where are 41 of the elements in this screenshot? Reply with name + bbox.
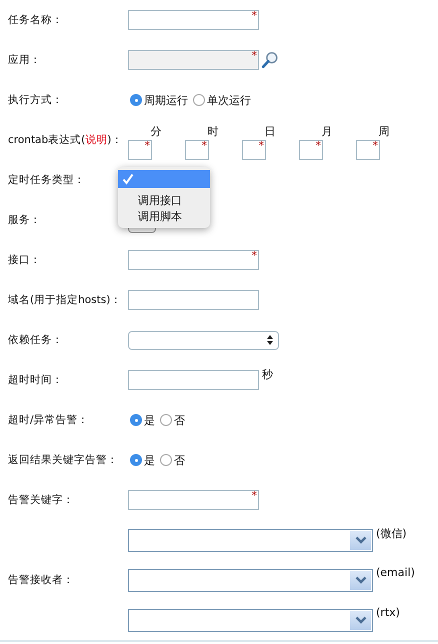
field-label: 告警接收者： xyxy=(8,574,74,586)
column-heading: 时 xyxy=(206,124,220,139)
field-label: crontab表达式(说明)： xyxy=(8,134,122,146)
field-label: 应用： xyxy=(8,54,41,66)
field-label: 服务： xyxy=(8,214,41,226)
radio-label: 是 xyxy=(144,412,155,428)
field-label: 依赖任务： xyxy=(8,334,63,346)
column-heading: 周 xyxy=(378,124,390,139)
unit-label: 秒 xyxy=(262,367,273,382)
radio-label: 是 xyxy=(144,452,155,468)
required-mark: * xyxy=(316,140,321,151)
field-label: 接口： xyxy=(8,254,41,266)
column-heading: 分 xyxy=(150,124,162,139)
field-label: 返回结果关键字告警： xyxy=(8,454,118,466)
field-label: 域名(用于指定hosts)： xyxy=(8,294,122,306)
field-label: 定时任务类型： xyxy=(8,174,85,186)
field-label: 超时时间： xyxy=(8,374,63,386)
field-label: 执行方式： xyxy=(8,94,63,106)
column-heading: 月 xyxy=(320,124,334,139)
field-label: 告警关键字： xyxy=(8,494,74,506)
menu-option[interactable]: 调用接口 xyxy=(118,192,210,208)
required-mark: * xyxy=(252,10,257,21)
required-mark: * xyxy=(252,250,257,261)
menu-option[interactable]: 调用脚本 xyxy=(118,208,210,224)
channel-label: (微信) xyxy=(376,526,407,540)
required-mark: * xyxy=(252,490,257,501)
radio-label: 周期运行 xyxy=(144,92,188,108)
column-heading: 日 xyxy=(264,124,276,139)
help-link[interactable]: 说明 xyxy=(85,134,108,146)
channel-label: (email) xyxy=(376,566,415,578)
field-label: 超时/异常告警： xyxy=(8,414,89,426)
radio-label: 单次运行 xyxy=(207,92,251,108)
required-mark: * xyxy=(144,140,150,151)
required-mark: * xyxy=(372,140,378,151)
radio-label: 否 xyxy=(174,452,185,468)
channel-label: (rtx) xyxy=(376,606,400,618)
required-mark: * xyxy=(252,50,257,61)
field-label: 任务名称： xyxy=(8,14,63,26)
radio-label: 否 xyxy=(174,412,185,428)
required-mark: * xyxy=(258,140,264,151)
required-mark: * xyxy=(202,140,207,151)
